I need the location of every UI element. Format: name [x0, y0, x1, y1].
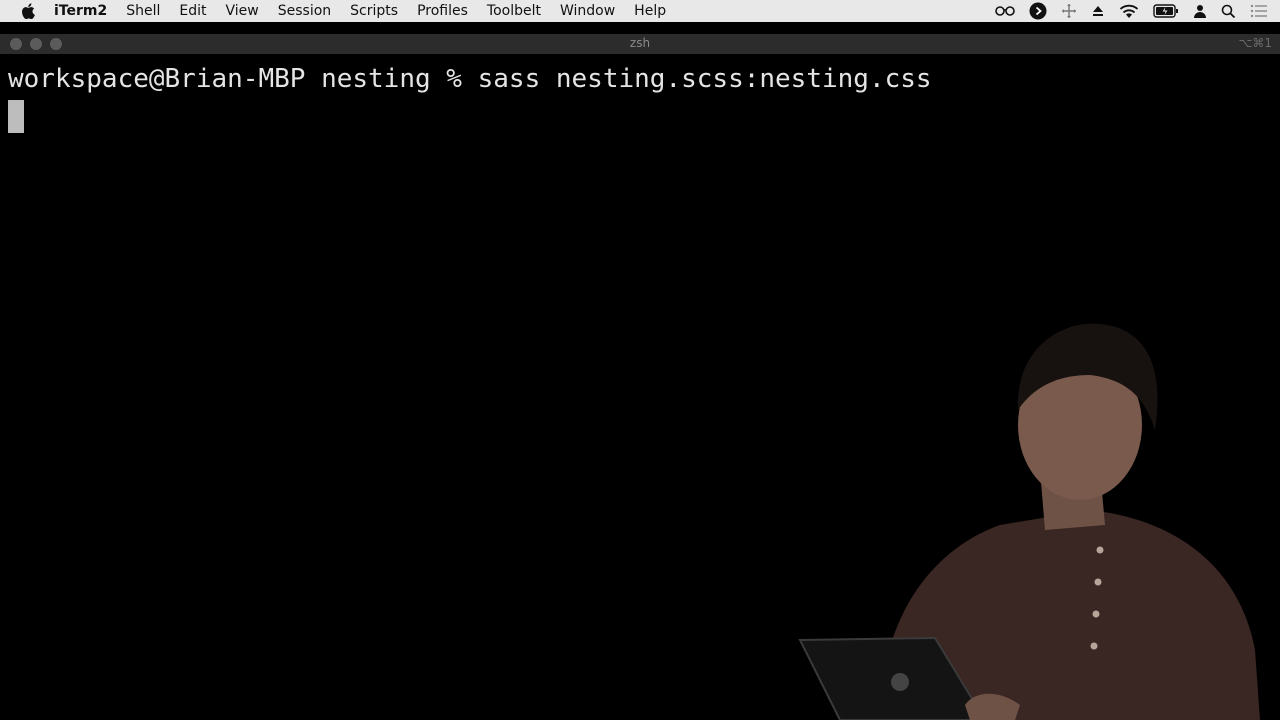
- menu-toolbelt[interactable]: Toolbelt: [487, 0, 541, 22]
- move-icon[interactable]: [1061, 3, 1077, 19]
- window-titlebar[interactable]: zsh ⌥⌘1: [0, 34, 1280, 54]
- eject-icon[interactable]: [1091, 4, 1105, 18]
- menu-shell[interactable]: Shell: [126, 0, 160, 22]
- prompt-line: workspace@Brian-MBP nesting % sass nesti…: [8, 60, 1272, 98]
- status-area: [995, 0, 1268, 22]
- menu-window[interactable]: Window: [560, 0, 615, 22]
- wifi-icon[interactable]: [1119, 4, 1139, 19]
- user-icon[interactable]: [1193, 4, 1207, 18]
- list-icon[interactable]: [1250, 4, 1268, 18]
- battery-icon[interactable]: [1153, 4, 1179, 18]
- shell-command: sass nesting.scss:nesting.css: [477, 64, 932, 94]
- presenter-video-overlay: [798, 323, 1260, 720]
- play-circle-icon[interactable]: [1029, 2, 1047, 20]
- search-icon[interactable]: [1221, 4, 1236, 19]
- menu-bar: iTerm2 Shell Edit View Session Scripts P…: [0, 0, 1280, 22]
- menu-session[interactable]: Session: [278, 0, 331, 22]
- glasses-icon[interactable]: [995, 5, 1015, 17]
- window-shortcut: ⌥⌘1: [1238, 36, 1272, 50]
- shell-prompt: workspace@Brian-MBP nesting %: [8, 64, 478, 94]
- menu-view[interactable]: View: [226, 0, 259, 22]
- window-title: zsh: [629, 36, 651, 50]
- menu-edit[interactable]: Edit: [179, 0, 206, 22]
- text-cursor: [8, 100, 24, 133]
- menu-app-name[interactable]: iTerm2: [54, 0, 107, 22]
- cursor-line: [8, 98, 1272, 144]
- menu-help[interactable]: Help: [634, 0, 666, 22]
- menu-profiles[interactable]: Profiles: [417, 0, 468, 22]
- apple-icon[interactable]: [20, 3, 36, 19]
- terminal-window: zsh ⌥⌘1 workspace@Brian-MBP nesting % sa…: [0, 34, 1280, 720]
- menu-scripts[interactable]: Scripts: [350, 0, 398, 22]
